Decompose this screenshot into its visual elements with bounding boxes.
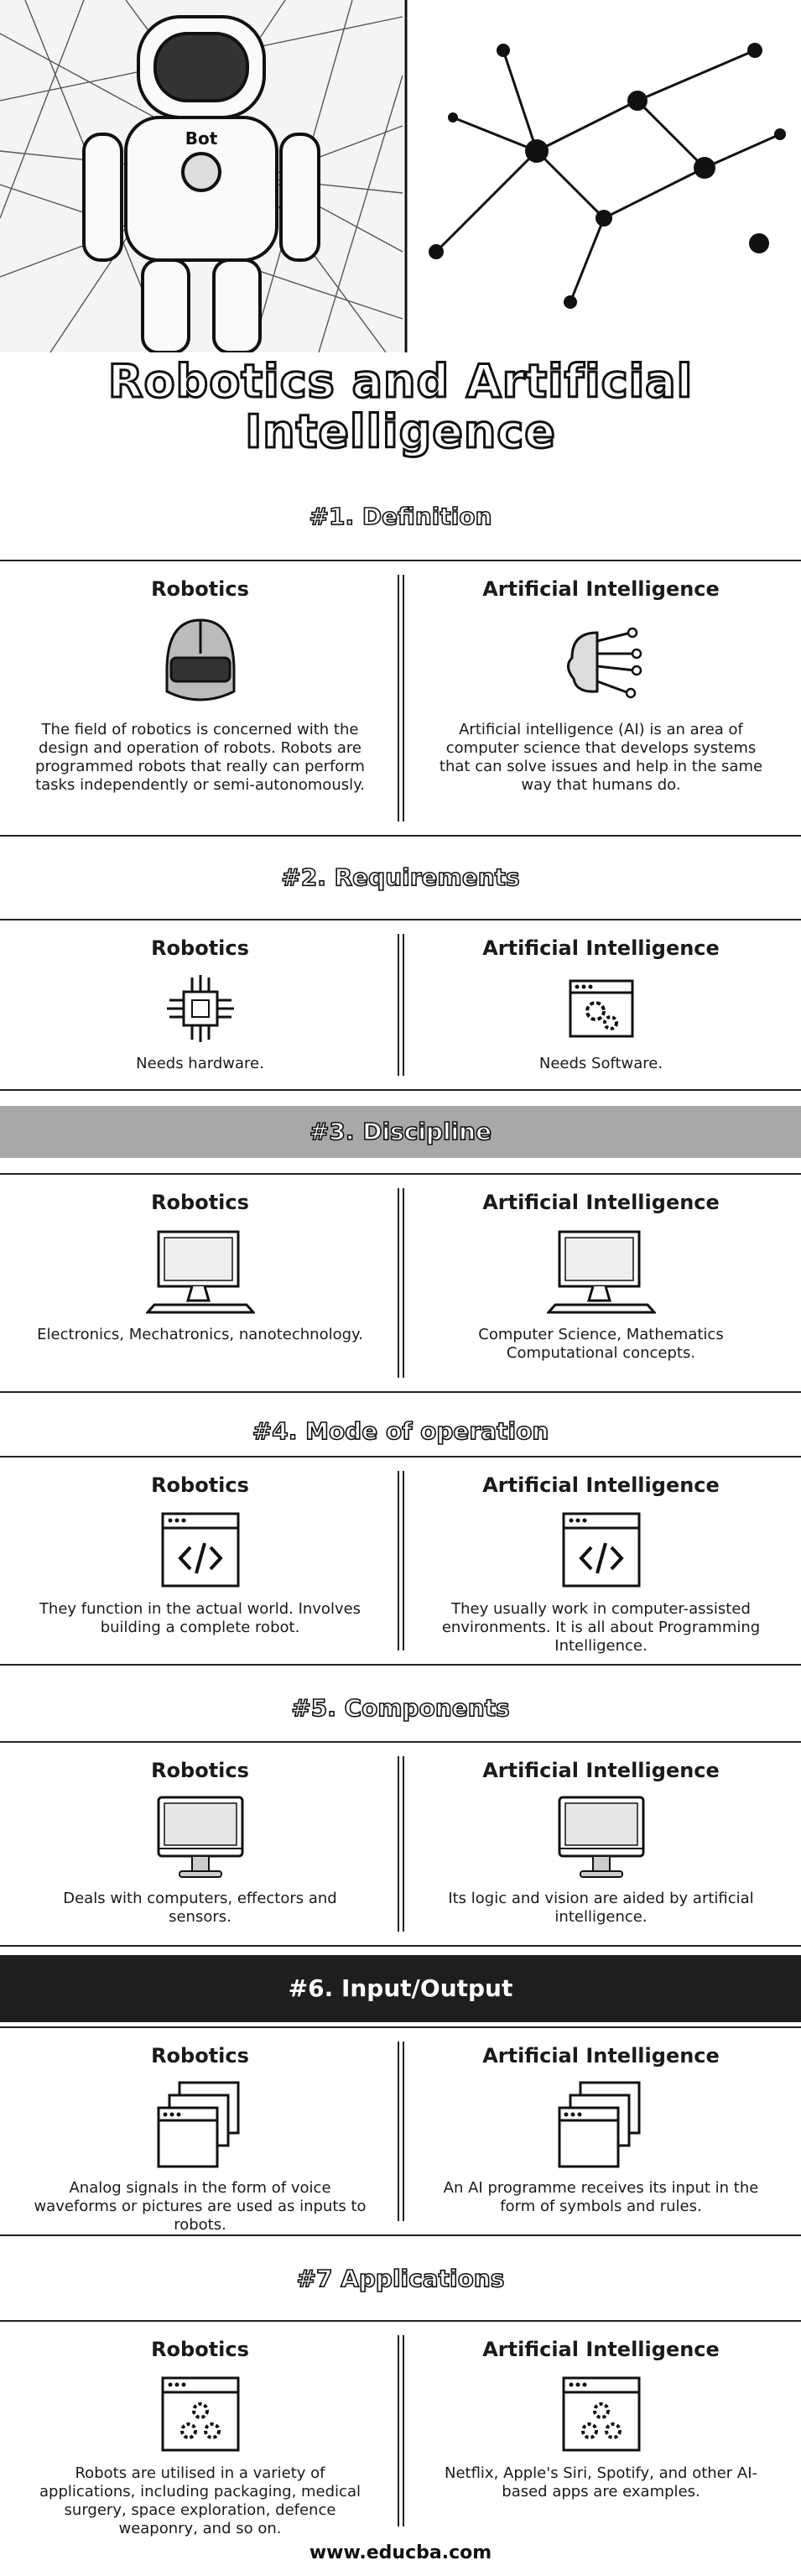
robotics-column: Robotics They function in the actual wor… — [0, 1457, 400, 1664]
comparison-discipline: Robotics Electronics, Mechatronics, nano… — [0, 1173, 801, 1393]
comparison-definition: Robotics The field of robotics is concer… — [0, 560, 801, 837]
robotics-column: Robotics Deals with computers, effectors… — [0, 1743, 400, 1945]
column-title: Artificial Intelligence — [482, 1191, 720, 1214]
column-title: Robotics — [151, 1191, 249, 1214]
computer-monitor-icon — [145, 1225, 255, 1317]
column-text: Electronics, Mechatronics, nanotechnolog… — [37, 1326, 363, 1343]
column-text: Needs hardware. — [136, 1055, 264, 1072]
software-window-gears-icon — [564, 971, 639, 1046]
ai-column: Artificial Intelligence Needs Software. — [401, 920, 801, 1089]
stacked-windows-icon — [154, 2078, 247, 2171]
column-title: Artificial Intelligence — [482, 936, 720, 960]
ai-column: Artificial Intelligence They usually wor… — [401, 1457, 801, 1664]
desktop-computer-icon — [154, 1793, 247, 1881]
column-text: Its logic and vision are aided by artifi… — [448, 1890, 754, 1926]
robot-badge-text: Bot — [185, 128, 218, 149]
section-heading-mode-of-operation: #4. Mode of operation — [0, 1405, 801, 1457]
robotics-column: Robotics Robots are utilised in a variet… — [0, 2322, 400, 2540]
column-title: Robotics — [151, 2338, 249, 2361]
column-text: Needs Software. — [538, 1055, 663, 1072]
ai-column: Artificial Intelligence Computer Science… — [401, 1175, 801, 1391]
ai-column: Artificial Intelligence Netflix, Apple's… — [401, 2322, 801, 2540]
ai-column: Artificial Intelligence Its logic and vi… — [401, 1743, 801, 1945]
column-title: Robotics — [151, 936, 249, 960]
hero-image: Bot — [0, 0, 801, 352]
stacked-windows-icon — [555, 2078, 648, 2171]
column-text: Analog signals in the form of voice wave… — [34, 2179, 367, 2234]
column-text: They function in the actual world. Invol… — [39, 1600, 361, 1636]
main-title-line-1: Robotics and Artificial — [107, 355, 694, 408]
main-title-line-2: Intelligence — [244, 405, 557, 458]
column-text: The field of robotics is concerned with … — [35, 721, 365, 794]
column-title: Artificial Intelligence — [482, 1759, 720, 1782]
window-gears-icon — [159, 2372, 242, 2456]
column-text: Computer Science, Mathematics Computatio… — [478, 1326, 724, 1362]
code-window-icon — [159, 1508, 242, 1592]
section-heading-components: #5. Components — [0, 1682, 801, 1734]
comparison-components: Robotics Deals with computers, effectors… — [0, 1741, 801, 1947]
robotics-column: Robotics The field of robotics is concer… — [0, 561, 400, 835]
ai-column: Artificial Intelligence An AI programme … — [401, 2028, 801, 2234]
desktop-computer-icon — [555, 1793, 648, 1881]
section-heading-requirements: #2. Requirements — [0, 852, 801, 904]
column-title: Artificial Intelligence — [482, 2338, 720, 2361]
column-title: Robotics — [151, 577, 249, 601]
column-title: Artificial Intelligence — [482, 1473, 720, 1497]
section-heading-input-output: #6. Input/Output — [0, 1955, 801, 2022]
column-text: Robots are utilised in a variety of appl… — [39, 2464, 361, 2537]
microchip-icon — [163, 971, 238, 1046]
column-title: Robotics — [151, 2044, 249, 2068]
code-window-icon — [559, 1508, 643, 1592]
robotics-column: Robotics Electronics, Mechatronics, nano… — [0, 1175, 400, 1391]
column-title: Robotics — [151, 1473, 249, 1497]
column-title: Artificial Intelligence — [482, 2044, 720, 2068]
column-text: Deals with computers, effectors and sens… — [63, 1890, 337, 1926]
column-title: Artificial Intelligence — [482, 577, 720, 601]
comparison-applications: Robotics Robots are utilised in a variet… — [0, 2320, 801, 2540]
brain-circuit-icon — [555, 612, 648, 712]
comparison-mode-of-operation: Robotics They function in the actual wor… — [0, 1456, 801, 1666]
column-title: Robotics — [151, 1759, 249, 1782]
column-text: Artificial intelligence (AI) is an area … — [439, 721, 763, 794]
section-heading-definition: #1. Definition — [0, 491, 801, 543]
comparison-input-output: Robotics Analog signals in the form of v… — [0, 2026, 801, 2236]
ai-column: Artificial Intelligence Artificial intel… — [401, 561, 801, 835]
column-text: Netflix, Apple's Siri, Spotify, and othe… — [444, 2464, 757, 2500]
robotics-column: Robotics Analog signals in the form of v… — [0, 2028, 400, 2234]
section-heading-applications: #7 Applications — [0, 2253, 801, 2305]
main-title: Robotics and Artificial Intelligence — [0, 355, 801, 458]
robot-head-icon — [154, 612, 247, 712]
footer-url[interactable]: www.educba.com — [0, 2542, 801, 2563]
computer-monitor-icon — [546, 1225, 656, 1317]
column-text: An AI programme receives its input in th… — [443, 2179, 759, 2215]
column-text: They usually work in computer-assisted e… — [441, 1600, 761, 1655]
robotics-column: Robotics Needs hardware. — [0, 920, 400, 1089]
section-heading-discipline: #3. Discipline — [0, 1106, 801, 1158]
comparison-requirements: Robotics Needs hardware. Artificial Inte… — [0, 919, 801, 1091]
window-gears-icon — [559, 2372, 643, 2456]
